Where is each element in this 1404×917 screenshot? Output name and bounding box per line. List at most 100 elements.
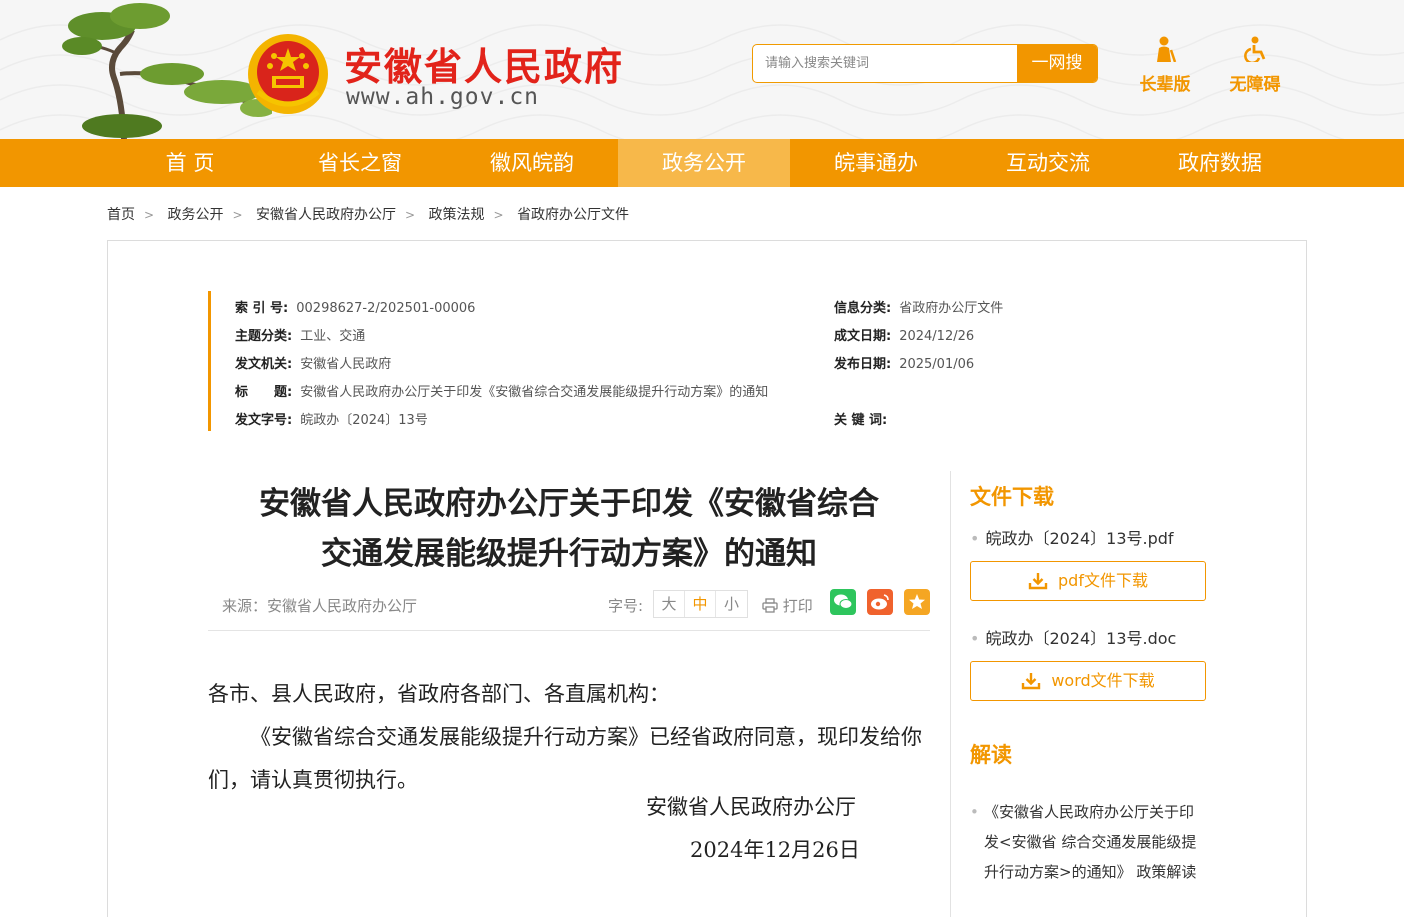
meta-value: 2024/12/26 xyxy=(899,329,975,344)
weibo-icon xyxy=(871,594,889,610)
article-title-line: 交通发展能级提升行动方案》的通知 xyxy=(321,536,817,572)
meta-key: 索 引 号: xyxy=(235,301,289,316)
chevron-right-icon: > xyxy=(405,208,416,222)
pdf-download-label: pdf文件下载 xyxy=(1058,571,1148,590)
interpretation-link[interactable]: • 《安徽省人民政府办公厅关于印发<安徽省 综合交通发展能级提升行动方案>的通知… xyxy=(970,797,1206,887)
nav-item-government-affairs[interactable]: 政务公开 xyxy=(618,139,790,187)
nav-item-governor[interactable]: 省长之窗 xyxy=(274,139,446,187)
meta-key: 成文日期: xyxy=(834,329,892,344)
meta-value: 2025/01/06 xyxy=(899,357,975,372)
meta-value: 工业、交通 xyxy=(300,329,366,344)
meta-value: 安徽省人民政府办公厅关于印发《安徽省综合交通发展能级提升行动方案》的通知 xyxy=(300,385,769,400)
main-nav: 首 页 省长之窗 徽风皖韵 政务公开 皖事通办 互动交流 政府数据 xyxy=(0,139,1404,187)
accessibility-label: 无障碍 xyxy=(1229,75,1281,95)
font-size-label: 字号: xyxy=(608,597,644,615)
word-download-button[interactable]: word文件下载 xyxy=(970,661,1206,701)
print-button[interactable]: 打印 xyxy=(762,595,813,616)
pine-tree-icon xyxy=(62,3,272,139)
meta-doc-number: 发文字号: 皖政办〔2024〕13号 xyxy=(235,409,428,428)
meta-key: 发文机关: xyxy=(235,357,293,372)
breadcrumb-item[interactable]: 政策法规 xyxy=(429,207,485,223)
meta-key: 发文字号: xyxy=(235,413,293,428)
breadcrumb: 首页 > 政务公开 > 安徽省人民政府办公厅 > 政策法规 > 省政府办公厅文件 xyxy=(107,204,629,224)
accessibility-button[interactable]: 无障碍 xyxy=(1220,36,1290,95)
print-label: 打印 xyxy=(782,597,813,615)
elder-icon xyxy=(1157,36,1177,63)
signature-organization: 安徽省人民政府办公厅 xyxy=(646,795,856,819)
font-size-switcher: 大 中 小 xyxy=(653,590,748,618)
meta-created-date: 成文日期: 2024/12/26 xyxy=(834,325,974,344)
meta-key: 关 键 词: xyxy=(834,413,888,428)
font-size-small-button[interactable]: 小 xyxy=(716,591,747,617)
nav-item-culture[interactable]: 徽风皖韵 xyxy=(446,139,618,187)
wechat-icon xyxy=(834,594,853,609)
search-box: 一网搜 xyxy=(752,44,1098,83)
site-url: www.ah.gov.cn xyxy=(346,84,540,110)
nav-item-services[interactable]: 皖事通办 xyxy=(790,139,962,187)
search-button[interactable]: 一网搜 xyxy=(1017,45,1097,82)
font-size-medium-button[interactable]: 中 xyxy=(685,591,716,617)
add-favorite-button[interactable] xyxy=(904,589,930,615)
column-divider xyxy=(950,471,951,917)
elder-mode-label: 长辈版 xyxy=(1139,75,1191,95)
breadcrumb-item[interactable]: 安徽省人民政府办公厅 xyxy=(256,207,396,223)
meta-issuer: 发文机关: 安徽省人民政府 xyxy=(235,353,391,372)
site-title[interactable]: 安徽省人民政府 xyxy=(344,36,624,91)
article-salutation: 各市、县人民政府，省政府各部门、各直属机构： xyxy=(208,682,670,706)
meta-published-date: 发布日期: 2025/01/06 xyxy=(834,353,974,372)
printer-icon xyxy=(762,598,778,613)
nav-item-gov-data[interactable]: 政府数据 xyxy=(1134,139,1306,187)
national-emblem-icon xyxy=(248,34,328,114)
share-weibo-button[interactable] xyxy=(867,589,893,615)
meta-index: 索 引 号: 00298627-2/202501-00006 xyxy=(235,297,475,316)
signature-date: 2024年12月26日 xyxy=(690,838,860,862)
nav-item-interaction[interactable]: 互动交流 xyxy=(962,139,1134,187)
breadcrumb-item[interactable]: 省政府办公厅文件 xyxy=(517,207,629,223)
nav-item-home[interactable]: 首 页 xyxy=(104,139,276,187)
chevron-right-icon: > xyxy=(232,208,243,222)
meta-value: 安徽省人民政府 xyxy=(300,357,392,372)
article-body: 各市、县人民政府，省政府各部门、各直属机构： 《安徽省综合交通发展能级提升行动方… xyxy=(208,673,930,802)
meta-key: 发布日期: xyxy=(834,357,892,372)
bullet-icon: • xyxy=(970,803,979,821)
interpretation-heading: 解读 xyxy=(970,743,1012,767)
meta-topic: 主题分类: 工业、交通 xyxy=(235,325,365,344)
star-icon xyxy=(909,594,925,609)
word-download-label: word文件下载 xyxy=(1051,671,1155,690)
article-title-line: 安徽省人民政府办公厅关于印发《安徽省综合 xyxy=(259,486,879,522)
elder-mode-button[interactable]: 长辈版 xyxy=(1130,36,1200,95)
meta-keywords: 关 键 词: xyxy=(834,409,895,428)
interpretation-text: 《安徽省人民政府办公厅关于印发<安徽省 综合交通发展能级提升行动方案>的通知》 … xyxy=(984,803,1197,881)
article: 安徽省人民政府办公厅关于印发《安徽省综合 交通发展能级提升行动方案》的通知 来源… xyxy=(208,471,930,862)
breadcrumb-item[interactable]: 首页 xyxy=(107,207,135,223)
document-meta: 索 引 号: 00298627-2/202501-00006 主题分类: 工业、交通… xyxy=(208,291,1108,431)
meta-key: 信息分类: xyxy=(834,301,892,316)
pdf-download-button[interactable]: pdf文件下载 xyxy=(970,561,1206,601)
article-title: 安徽省人民政府办公厅关于印发《安徽省综合 交通发展能级提升行动方案》的通知 xyxy=(208,479,930,579)
download-heading: 文件下载 xyxy=(970,485,1054,509)
download-icon xyxy=(1028,573,1048,590)
share-wechat-button[interactable] xyxy=(830,589,856,615)
meta-key: 标 题: xyxy=(235,385,293,400)
chevron-right-icon: > xyxy=(144,208,155,222)
meta-value: 省政府办公厅文件 xyxy=(899,301,1004,316)
font-size-large-button[interactable]: 大 xyxy=(654,591,685,617)
meta-category: 信息分类: 省政府办公厅文件 xyxy=(834,297,1003,316)
file-name[interactable]: 皖政办〔2024〕13号.doc xyxy=(970,625,1176,649)
file-name[interactable]: 皖政办〔2024〕13号.pdf xyxy=(970,525,1173,549)
article-toolbar: 来源：安徽省人民政府办公厅 字号: 大 中 小 打印 xyxy=(208,583,930,631)
article-paragraph: 《安徽省综合交通发展能级提升行动方案》已经省政府同意，现印发给你们，请认真贯彻执… xyxy=(208,725,922,792)
chevron-right-icon: > xyxy=(493,208,504,222)
wheelchair-icon xyxy=(1244,36,1266,65)
meta-title: 标 题: 安徽省人民政府办公厅关于印发《安徽省综合交通发展能级提升行动方案》的通知 xyxy=(235,381,768,400)
site-header: 安徽省人民政府 www.ah.gov.cn 一网搜 长辈版 无障碍 xyxy=(0,0,1404,139)
download-icon xyxy=(1022,673,1041,690)
meta-value: 00298627-2/202501-00006 xyxy=(296,301,476,316)
article-source: 来源：安徽省人民政府办公厅 xyxy=(222,597,418,615)
sidebar: 文件下载 皖政办〔2024〕13号.pdf pdf文件下载 皖政办〔2024〕1… xyxy=(970,481,1230,881)
search-input[interactable] xyxy=(753,45,1019,82)
meta-value: 皖政办〔2024〕13号 xyxy=(300,413,428,428)
meta-key: 主题分类: xyxy=(235,329,293,344)
content-panel: 索 引 号: 00298627-2/202501-00006 主题分类: 工业、交通… xyxy=(107,240,1307,917)
breadcrumb-item[interactable]: 政务公开 xyxy=(168,207,224,223)
